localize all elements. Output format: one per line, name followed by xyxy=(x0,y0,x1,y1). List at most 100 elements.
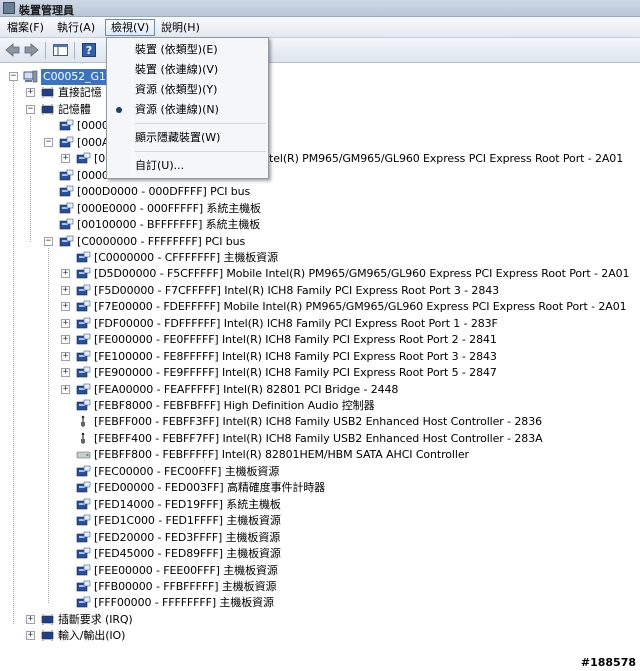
pci-resource-row[interactable]: [FED1C000 - FED1FFFF] 主機板資源 xyxy=(0,513,640,529)
memory-range-row[interactable]: − [C0000000 - FFFFFFFF] PCI bus xyxy=(0,234,640,250)
help-icon[interactable]: ? xyxy=(81,42,98,58)
tree-category-irq[interactable]: + 插斷要求 (IRQ) xyxy=(0,612,640,628)
device-icon xyxy=(76,300,91,312)
toolbar-separator xyxy=(45,42,46,59)
device-icon xyxy=(76,350,91,362)
tree-category-dma[interactable]: + 直接記憶 xyxy=(0,85,640,101)
forward-arrow-icon[interactable] xyxy=(23,42,40,58)
tree-node-label: [FEE00000 - FEE00FFF] 主機板資源 xyxy=(94,564,278,577)
collapse-toggle-icon[interactable]: − xyxy=(9,72,18,81)
irq-chip-icon xyxy=(41,614,54,625)
memory-range-row[interactable]: [0000 xyxy=(0,118,640,134)
pci-resource-row[interactable]: + [FE000000 - FE0FFFFF] Intel(R) ICH8 Fam… xyxy=(0,332,640,348)
usb-icon xyxy=(81,415,85,427)
pci-resource-row[interactable]: [FED45000 - FED89FFF] 主機板資源 xyxy=(0,546,640,562)
console-tree-icon[interactable] xyxy=(52,42,69,58)
expand-toggle-icon[interactable]: + xyxy=(61,385,70,394)
menu-file[interactable]: 檔案(F) xyxy=(2,19,49,36)
pci-resource-row[interactable]: [FEE00000 - FEE00FFF] 主機板資源 xyxy=(0,563,640,579)
view-menu-item[interactable]: 資源 (依連線)(N) xyxy=(135,101,219,119)
expand-toggle-icon[interactable]: + xyxy=(26,615,35,624)
toolbar: ? xyxy=(0,38,640,63)
tree-category-memory[interactable]: − 記憶體 xyxy=(0,102,640,118)
pci-resource-row[interactable]: + [FEA00000 - FEAFFFFF] Intel(R) 82801 PC… xyxy=(0,382,640,398)
device-icon xyxy=(76,267,91,279)
tree-node-label: [000A xyxy=(77,136,110,149)
pci-resource-row[interactable]: [FEBFF000 - FEBFF3FF] Intel(R) ICH8 Fami… xyxy=(0,414,640,430)
expand-toggle-icon[interactable]: + xyxy=(61,302,70,311)
expand-toggle-icon[interactable]: + xyxy=(61,154,70,163)
device-icon xyxy=(59,136,74,148)
tree-node-label: [FED1C000 - FED1FFFF] 主機板資源 xyxy=(94,514,281,527)
device-icon xyxy=(59,235,74,247)
computer-icon xyxy=(23,70,38,83)
device-icon xyxy=(76,481,91,493)
pci-resource-row[interactable]: + [FE100000 - FE8FFFFF] Intel(R) ICH8 Fam… xyxy=(0,349,640,365)
expand-toggle-icon[interactable]: + xyxy=(61,335,70,344)
svg-text:?: ? xyxy=(86,44,92,57)
title-bar[interactable]: 裝置管理員 xyxy=(0,0,640,17)
tree-node-label: [C0000000 - FFFFFFFF] PCI bus xyxy=(77,235,246,248)
view-menu-item[interactable]: 裝置 (依連線)(V) xyxy=(135,61,218,79)
tree-node-label: [FED20000 - FED3FFFF] 主機板資源 xyxy=(94,531,281,544)
pci-resource-row[interactable]: [FEBF8000 - FEBFBFFF] High Definition Au… xyxy=(0,398,640,414)
memory-range-row[interactable]: [00100000 - BFFFFFFF] 系統主機板 xyxy=(0,217,640,233)
expand-toggle-icon[interactable]: + xyxy=(61,269,70,278)
view-menu-item[interactable]: 顯示隱藏裝置(W) xyxy=(135,129,220,147)
expand-toggle-icon[interactable]: + xyxy=(61,319,70,328)
pci-resource-row[interactable]: [FED00000 - FED003FF] 高精確度事件計時器 xyxy=(0,480,640,496)
pci-resource-row[interactable]: [FFB00000 - FFBFFFFF] 主機板資源 xyxy=(0,579,640,595)
memory-range-row[interactable]: [0000 xyxy=(0,168,640,184)
collapse-toggle-icon[interactable]: − xyxy=(44,237,53,246)
menu-bar: 檔案(F) 執行(A) 檢視(V) 說明(H) xyxy=(0,17,640,38)
menu-help[interactable]: 說明(H) xyxy=(156,19,205,36)
tree-node-label: [FDF00000 - FDFFFFFF] Intel(R) ICH8 Fami… xyxy=(94,317,498,330)
io-chip-icon xyxy=(41,630,54,641)
memory-range-row[interactable]: + [0 tel(R) PM965/GM965/GL960 Express PCI … xyxy=(0,151,640,167)
device-icon xyxy=(76,547,91,559)
view-menu-item[interactable]: 自訂(U)... xyxy=(135,157,184,175)
device-tree[interactable]: − C00052_G1 + 直接記憶 − 記憶體 [0000 − [000A + [0 tel(R) … xyxy=(0,63,640,655)
expand-toggle-icon[interactable]: + xyxy=(61,286,70,295)
pci-resource-row[interactable]: [FED20000 - FED3FFFF] 主機板資源 xyxy=(0,530,640,546)
pci-resource-row[interactable]: [FFF00000 - FFFFFFFF] 主機板資源 xyxy=(0,595,640,611)
expand-toggle-icon[interactable]: + xyxy=(61,368,70,377)
view-menu-item[interactable]: 裝置 (依類型)(E) xyxy=(135,41,218,59)
pci-resource-row[interactable]: [FED14000 - FED19FFF] 系統主機板 xyxy=(0,497,640,513)
collapse-toggle-icon[interactable]: − xyxy=(26,105,35,114)
pci-resource-row[interactable]: + [FE900000 - FE9FFFFF] Intel(R) ICH8 Fam… xyxy=(0,365,640,381)
expand-toggle-icon[interactable]: + xyxy=(61,352,70,361)
menu-view[interactable]: 檢視(V) xyxy=(105,19,156,36)
pci-resource-row[interactable]: + [F5D00000 - F7CFFFFF] Intel(R) ICH8 Fam… xyxy=(0,283,640,299)
watermark: #188578 xyxy=(580,656,636,669)
expand-toggle-icon[interactable]: + xyxy=(26,88,35,97)
tree-root[interactable]: − C00052_G1 xyxy=(0,69,640,85)
pci-resource-row[interactable]: + [FDF00000 - FDFFFFFF] Intel(R) ICH8 Fam… xyxy=(0,316,640,332)
pci-resource-row[interactable]: [C0000000 - CFFFFFFF] 主機板資源 xyxy=(0,250,640,266)
device-icon xyxy=(59,119,74,131)
back-arrow-icon[interactable] xyxy=(4,42,21,58)
device-icon xyxy=(76,284,91,296)
memory-range-row[interactable]: [000D0000 - 000DFFFF] PCI bus xyxy=(0,184,640,200)
tree-node-label: [0000 xyxy=(77,119,109,132)
menu-action[interactable]: 執行(A) xyxy=(52,19,100,36)
device-icon xyxy=(76,366,91,378)
pci-resource-row[interactable]: [FEBFF400 - FEBFF7FF] Intel(R) ICH8 Fami… xyxy=(0,431,640,447)
tree-node-label: [FED00000 - FED003FF] 高精確度事件計時器 xyxy=(94,481,326,494)
tree-category-io[interactable]: + 輸入/輸出(IO) xyxy=(0,628,640,644)
memory-range-row[interactable]: − [000A xyxy=(0,135,640,151)
collapse-toggle-icon[interactable]: − xyxy=(44,138,53,147)
tree-node-label: [FEBFF800 - FEBFFFFF] Intel(R) 82801HEM/… xyxy=(94,448,469,461)
device-icon xyxy=(76,317,91,329)
memory-range-row[interactable]: [000E0000 - 000FFFFF] 系統主機板 xyxy=(0,201,640,217)
tree-node-label: [FEA00000 - FEAFFFFF] Intel(R) 82801 PCI… xyxy=(94,383,399,396)
dma-chip-icon xyxy=(41,87,54,98)
tree-node-label: 插斷要求 (IRQ) xyxy=(58,613,133,626)
pci-resource-row[interactable]: + [D5D00000 - F5CFFFFF] Mobile Intel(R) P… xyxy=(0,266,640,282)
pci-resource-row[interactable]: [FEBFF800 - FEBFFFFF] Intel(R) 82801HEM/… xyxy=(0,447,640,463)
expand-toggle-icon[interactable]: + xyxy=(26,631,35,640)
device-icon xyxy=(59,202,74,214)
pci-resource-row[interactable]: [FEC00000 - FEC00FFF] 主機板資源 xyxy=(0,464,640,480)
pci-resource-row[interactable]: + [F7E00000 - FDEFFFFF] Mobile Intel(R) P… xyxy=(0,299,640,315)
view-menu-item[interactable]: 資源 (依類型)(Y) xyxy=(135,81,217,99)
